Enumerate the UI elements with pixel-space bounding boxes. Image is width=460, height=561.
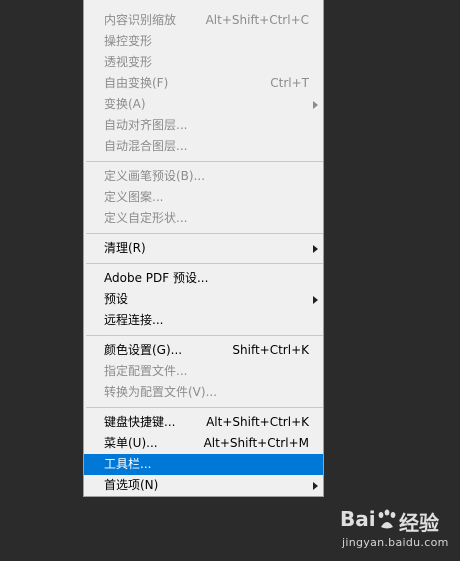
menu-item[interactable]: 键盘快捷键... Alt+Shift+Ctrl+K [84,412,323,433]
submenu-arrow-icon [313,482,318,490]
menu-separator [86,335,323,336]
menu-item[interactable]: 清理(R) [84,238,323,259]
menu-item-label: 操控变形 [104,34,153,48]
menu-item: 转换为配置文件(V)... [84,382,323,403]
menu-item: 自动混合图层... [84,136,323,157]
menu-item: 自动对齐图层... [84,115,323,136]
menu-item-shortcut: Alt+Shift+Ctrl+C [205,13,309,27]
menu-item: 操控变形 [84,31,323,52]
menu-item[interactable]: 菜单(U)... Alt+Shift+Ctrl+M [84,433,323,454]
menu-item[interactable]: 预设 [84,289,323,310]
menu-item[interactable]: Adobe PDF 预设... [84,268,323,289]
menu-item: 自由变换(F) Ctrl+T [84,73,323,94]
menu-item-label: 定义图案... [104,190,164,204]
menu-item-label: 远程连接... [104,313,164,327]
menu-separator [86,407,323,408]
menu-item-label: 转换为配置文件(V)... [104,385,218,399]
watermark-brand: Bai [340,507,376,531]
menu-item: 内容识别缩放 Alt+Shift+Ctrl+C [84,10,323,31]
menu-separator [86,233,323,234]
submenu-arrow-icon [313,296,318,304]
paw-icon [377,509,397,531]
menu-item[interactable]: 颜色设置(G)... Shift+Ctrl+K [84,340,323,361]
submenu-arrow-icon [313,245,318,253]
menu-item-shortcut: Shift+Ctrl+K [232,343,309,357]
menu-separator [86,161,323,162]
menu-item-label: 预设 [104,292,129,306]
menu-item-label: 颜色设置(G)... [104,343,183,357]
menu-item-shortcut: Ctrl+T [270,76,309,90]
menu-item[interactable]: 远程连接... [84,310,323,331]
menu-item-label: 指定配置文件... [104,364,188,378]
menu-item-shortcut: Alt+Shift+Ctrl+K [206,415,309,429]
menu-item: 透视变形 [84,52,323,73]
menu-item: 定义画笔预设(B)... [84,166,323,187]
menu-item-label: 工具栏... [104,457,152,471]
menu-item: 指定配置文件... [84,361,323,382]
menu-item[interactable]: 工具栏... [84,454,323,475]
menu-item-label: Adobe PDF 预设... [104,271,209,285]
menu-item-label: 清理(R) [104,241,146,255]
menu-item-label: 定义画笔预设(B)... [104,169,206,183]
menu-item-shortcut: Alt+Shift+Ctrl+M [203,436,309,450]
watermark-brand-suffix: 经验 [399,511,439,535]
edit-menu-dropdown: 内容识别缩放 Alt+Shift+Ctrl+C 操控变形透视变形自由变换(F) Ctr… [83,0,324,497]
menu-item: 定义自定形状... [84,208,323,229]
menu-item-label: 自动对齐图层... [104,118,188,132]
menu-item-label: 自动混合图层... [104,139,188,153]
menu-item: 定义图案... [84,187,323,208]
menu-separator [86,263,323,264]
watermark-url: jingyan.baidu.com [342,536,449,549]
baidu-jingyan-watermark: Bai 经验 jingyan.baidu.com [340,507,450,555]
menu-item-label: 键盘快捷键... [104,415,176,429]
menu-item-label: 首选项(N) [104,478,159,492]
menu-item-label: 菜单(U)... [104,436,158,450]
menu-item: 变换(A) [84,94,323,115]
menu-item-label: 定义自定形状... [104,211,188,225]
menu-item-label: 透视变形 [104,55,153,69]
menu-item-label: 自由变换(F) [104,76,169,90]
menu-item-label: 内容识别缩放 [104,13,177,27]
menu-item[interactable]: 首选项(N) [84,475,323,496]
menu-item-label: 变换(A) [104,97,146,111]
submenu-arrow-icon [313,101,318,109]
